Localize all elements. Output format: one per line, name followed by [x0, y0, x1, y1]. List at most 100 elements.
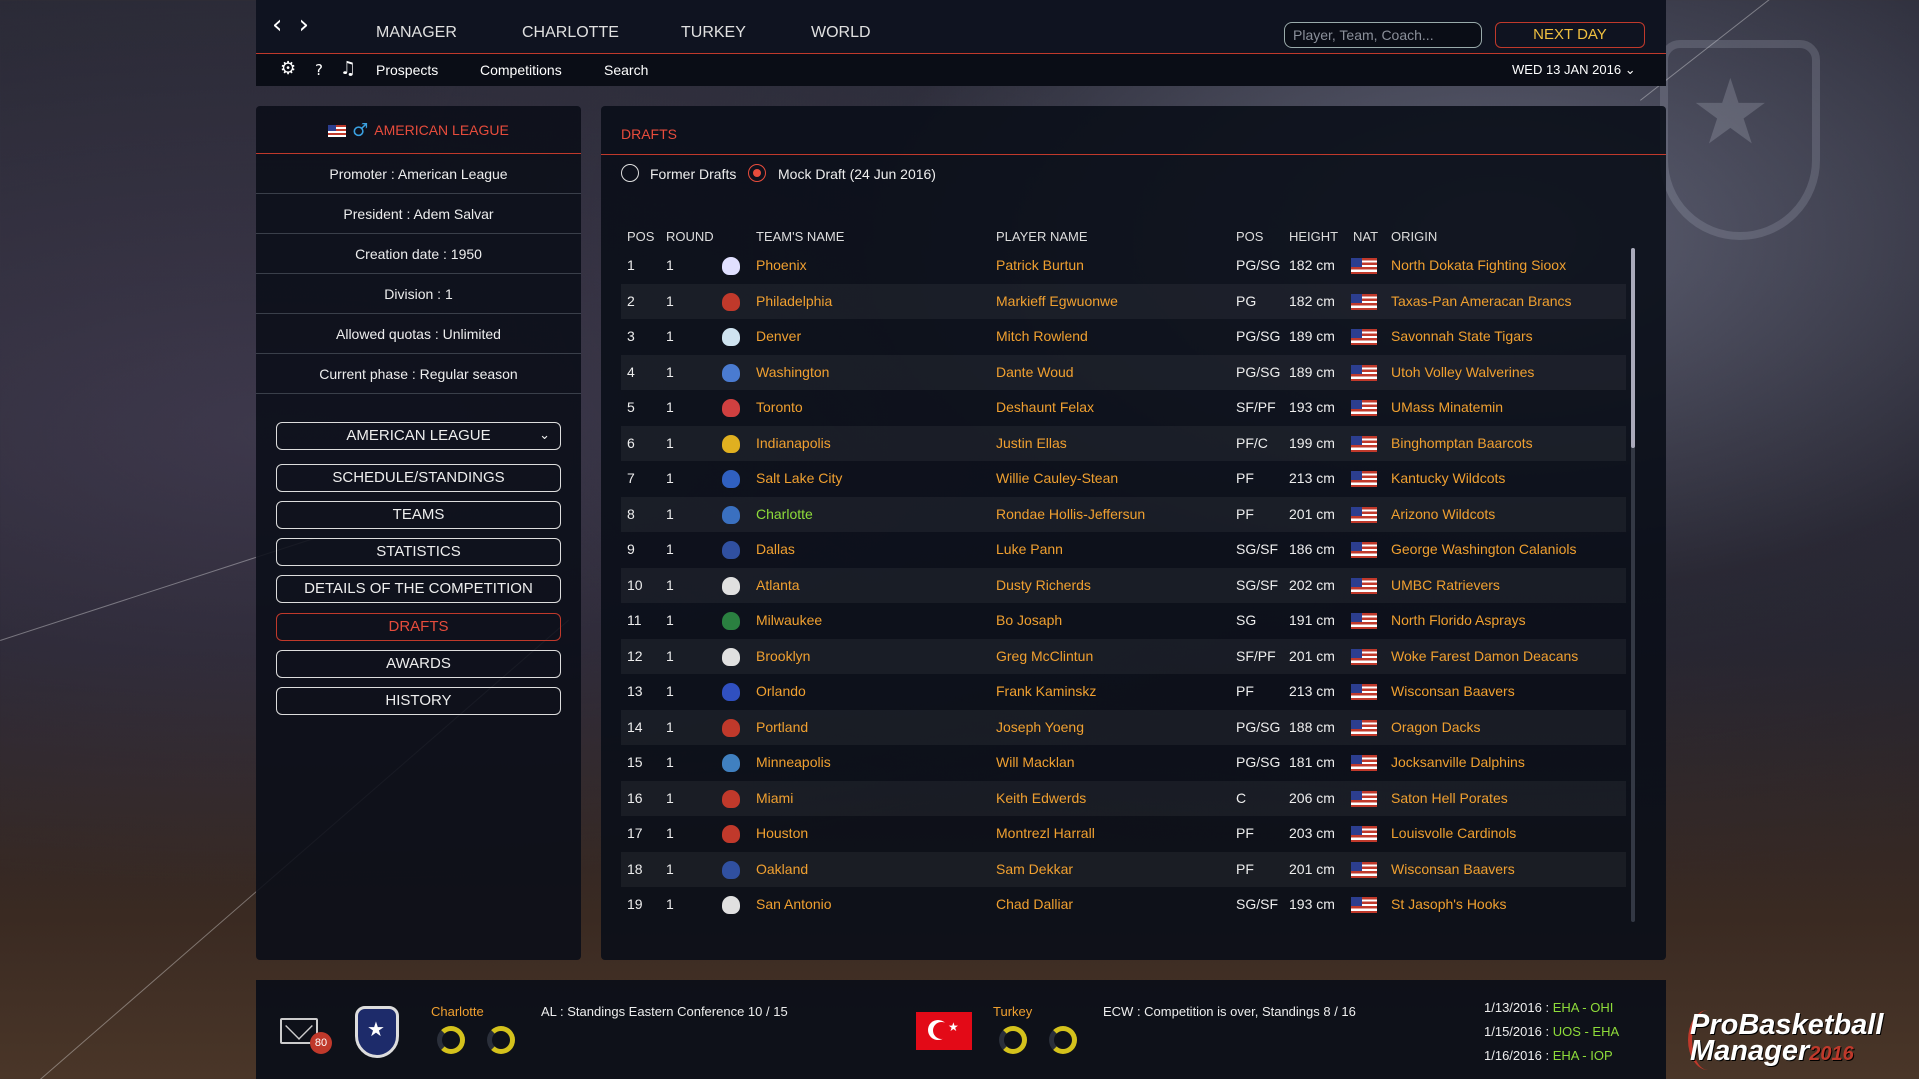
player-origin[interactable]: Saton Hell Porates: [1391, 781, 1508, 816]
radio-former-drafts-label[interactable]: Former Drafts: [650, 166, 736, 182]
team-name[interactable]: Charlotte: [756, 497, 813, 532]
table-scrollbar[interactable]: [1631, 248, 1635, 922]
player-name[interactable]: Mitch Rowlend: [996, 319, 1088, 354]
team-name[interactable]: Dallas: [756, 532, 795, 567]
table-row[interactable]: 2 1 Philadelphia Markieff Egwuonwe PG 182 cm T…: [621, 283, 1626, 319]
team-name[interactable]: Milwaukee: [756, 603, 822, 638]
team-name[interactable]: Minneapolis: [756, 745, 831, 780]
table-row[interactable]: 15 1 Minneapolis Will Macklan PG/SG 181 cm Joc…: [621, 745, 1626, 781]
table-row[interactable]: 16 1 Miami Keith Edwerds C 206 cm Saton Hell P…: [621, 780, 1626, 816]
player-name[interactable]: Justin Ellas: [996, 426, 1067, 461]
radio-mock-draft-label[interactable]: Mock Draft (24 Jun 2016): [778, 166, 936, 182]
tab-manager[interactable]: MANAGER: [376, 24, 457, 42]
table-row[interactable]: 5 1 Toronto Deshaunt Felax SF/PF 193 cm UMass …: [621, 390, 1626, 426]
table-row[interactable]: 4 1 Washington Dante Woud PG/SG 189 cm Utoh Vo…: [621, 354, 1626, 390]
player-origin[interactable]: Woke Farest Damon Deacans: [1391, 639, 1578, 674]
header-pos[interactable]: POS: [627, 229, 654, 244]
menu-teams[interactable]: TEAMS: [276, 501, 561, 529]
table-row[interactable]: 6 1 Indianapolis Justin Ellas PF/C 199 cm Bing…: [621, 425, 1626, 461]
player-origin[interactable]: Wisconsan Baavers: [1391, 674, 1515, 709]
player-name[interactable]: Frank Kaminskz: [996, 674, 1096, 709]
menu-schedule-standings[interactable]: SCHEDULE/STANDINGS: [276, 464, 561, 492]
menu-details-of-competition[interactable]: DETAILS OF THE COMPETITION: [276, 575, 561, 603]
search-input[interactable]: [1284, 22, 1482, 48]
menu-statistics[interactable]: STATISTICS: [276, 538, 561, 566]
header-nat[interactable]: NAT: [1353, 229, 1378, 244]
tab-world[interactable]: WORLD: [811, 24, 871, 42]
player-origin[interactable]: Binghomptan Baarcots: [1391, 426, 1533, 461]
team-name[interactable]: Oakland: [756, 852, 808, 887]
player-origin[interactable]: Arizono Wildcots: [1391, 497, 1495, 532]
player-origin[interactable]: Kantucky Wildcots: [1391, 461, 1505, 496]
team-name[interactable]: Philadelphia: [756, 284, 832, 319]
player-origin[interactable]: Louisvolle Cardinols: [1391, 816, 1516, 851]
header-height[interactable]: HEIGHT: [1289, 229, 1338, 244]
table-row[interactable]: 12 1 Brooklyn Greg McClintun SF/PF 201 cm Woke…: [621, 638, 1626, 674]
player-name[interactable]: Deshaunt Felax: [996, 390, 1094, 425]
player-name[interactable]: Willie Cauley-Stean: [996, 461, 1118, 496]
table-row[interactable]: 13 1 Orlando Frank Kaminskz PF 213 cm Wisconsa…: [621, 674, 1626, 710]
back-forward-arrows[interactable]: ‹ ›: [272, 12, 313, 38]
turkey-flag[interactable]: [916, 1012, 972, 1050]
news-item[interactable]: 1/13/2016 : EHA - OHI: [1484, 1000, 1613, 1015]
team-name[interactable]: Houston: [756, 816, 808, 851]
player-origin[interactable]: George Washington Calaniols: [1391, 532, 1576, 567]
team-name[interactable]: Denver: [756, 319, 801, 354]
news-item[interactable]: 1/16/2016 : EHA - IOP: [1484, 1048, 1613, 1063]
player-origin[interactable]: St Jasoph's Hooks: [1391, 887, 1507, 922]
tab-turkey[interactable]: TURKEY: [681, 24, 746, 42]
table-row[interactable]: 19 1 San Antonio Chad Dalliar SG/SF 193 cm St …: [621, 887, 1626, 923]
menu-history[interactable]: HISTORY: [276, 687, 561, 715]
player-name[interactable]: Will Macklan: [996, 745, 1075, 780]
table-row[interactable]: 9 1 Dallas Luke Pann SG/SF 186 cm George Washi…: [621, 532, 1626, 568]
country-name[interactable]: Turkey: [993, 1004, 1032, 1019]
tab-charlotte[interactable]: CHARLOTTE: [522, 24, 619, 42]
player-origin[interactable]: UMBC Ratrievers: [1391, 568, 1500, 603]
league-selector[interactable]: AMERICAN LEAGUE ⌄: [276, 422, 561, 450]
header-player-name[interactable]: PLAYER NAME: [996, 229, 1088, 244]
player-name[interactable]: Greg McClintun: [996, 639, 1093, 674]
menu-awards[interactable]: AWARDS: [276, 650, 561, 678]
team-name[interactable]: Washington: [756, 355, 829, 390]
link-prospects[interactable]: Prospects: [376, 62, 438, 78]
table-row[interactable]: 10 1 Atlanta Dusty Richerds SG/SF 202 cm UMBC …: [621, 567, 1626, 603]
player-name[interactable]: Dante Woud: [996, 355, 1074, 390]
player-origin[interactable]: Wisconsan Baavers: [1391, 852, 1515, 887]
table-row[interactable]: 14 1 Portland Joseph Yoeng PG/SG 188 cm Oragon…: [621, 709, 1626, 745]
gear-icon[interactable]: ⚙: [280, 58, 296, 79]
player-origin[interactable]: Jocksanville Dalphins: [1391, 745, 1525, 780]
player-name[interactable]: Patrick Burtun: [996, 248, 1084, 283]
team-name[interactable]: San Antonio: [756, 887, 832, 922]
team-name[interactable]: Miami: [756, 781, 793, 816]
player-name[interactable]: Joseph Yoeng: [996, 710, 1084, 745]
header-team-name[interactable]: TEAM'S NAME: [756, 229, 844, 244]
player-origin[interactable]: Oragon Dacks: [1391, 710, 1480, 745]
player-name[interactable]: Markieff Egwuonwe: [996, 284, 1118, 319]
player-origin[interactable]: Taxas-Pan Ameracan Brancs: [1391, 284, 1572, 319]
header-origin[interactable]: ORIGIN: [1391, 229, 1437, 244]
player-name[interactable]: Sam Dekkar: [996, 852, 1073, 887]
player-origin[interactable]: North Florido Asprays: [1391, 603, 1526, 638]
player-origin[interactable]: Utoh Volley Walverines: [1391, 355, 1534, 390]
help-icon[interactable]: ?: [315, 61, 323, 79]
news-item[interactable]: 1/15/2016 : UOS - EHA: [1484, 1024, 1619, 1039]
date-selector[interactable]: WED 13 JAN 2016 ⌄: [1512, 62, 1636, 78]
menu-drafts[interactable]: DRAFTS: [276, 613, 561, 641]
team-name[interactable]: Orlando: [756, 674, 806, 709]
table-row[interactable]: 7 1 Salt Lake City Willie Cauley-Stean PF 213…: [621, 461, 1626, 497]
header-player-pos[interactable]: POS: [1236, 229, 1263, 244]
player-name[interactable]: Rondae Hollis-Jeffersun: [996, 497, 1145, 532]
team-name[interactable]: Atlanta: [756, 568, 800, 603]
team-name[interactable]: Portland: [756, 710, 808, 745]
link-search[interactable]: Search: [604, 62, 648, 78]
player-name[interactable]: Chad Dalliar: [996, 887, 1073, 922]
next-day-button[interactable]: NEXT DAY: [1495, 22, 1645, 48]
club-crest[interactable]: [355, 1006, 399, 1058]
team-name[interactable]: Brooklyn: [756, 639, 810, 674]
club-name[interactable]: Charlotte: [431, 1004, 484, 1019]
player-origin[interactable]: Savonnah State Tigars: [1391, 319, 1533, 354]
table-row[interactable]: 18 1 Oakland Sam Dekkar PF 201 cm Wisconsan Ba…: [621, 851, 1626, 887]
radio-former-drafts[interactable]: [621, 164, 639, 182]
table-row[interactable]: 3 1 Denver Mitch Rowlend PG/SG 189 cm Savonnah…: [621, 319, 1626, 355]
table-row[interactable]: 1 1 Phoenix Patrick Burtun PG/SG 182 cm North …: [621, 248, 1626, 284]
